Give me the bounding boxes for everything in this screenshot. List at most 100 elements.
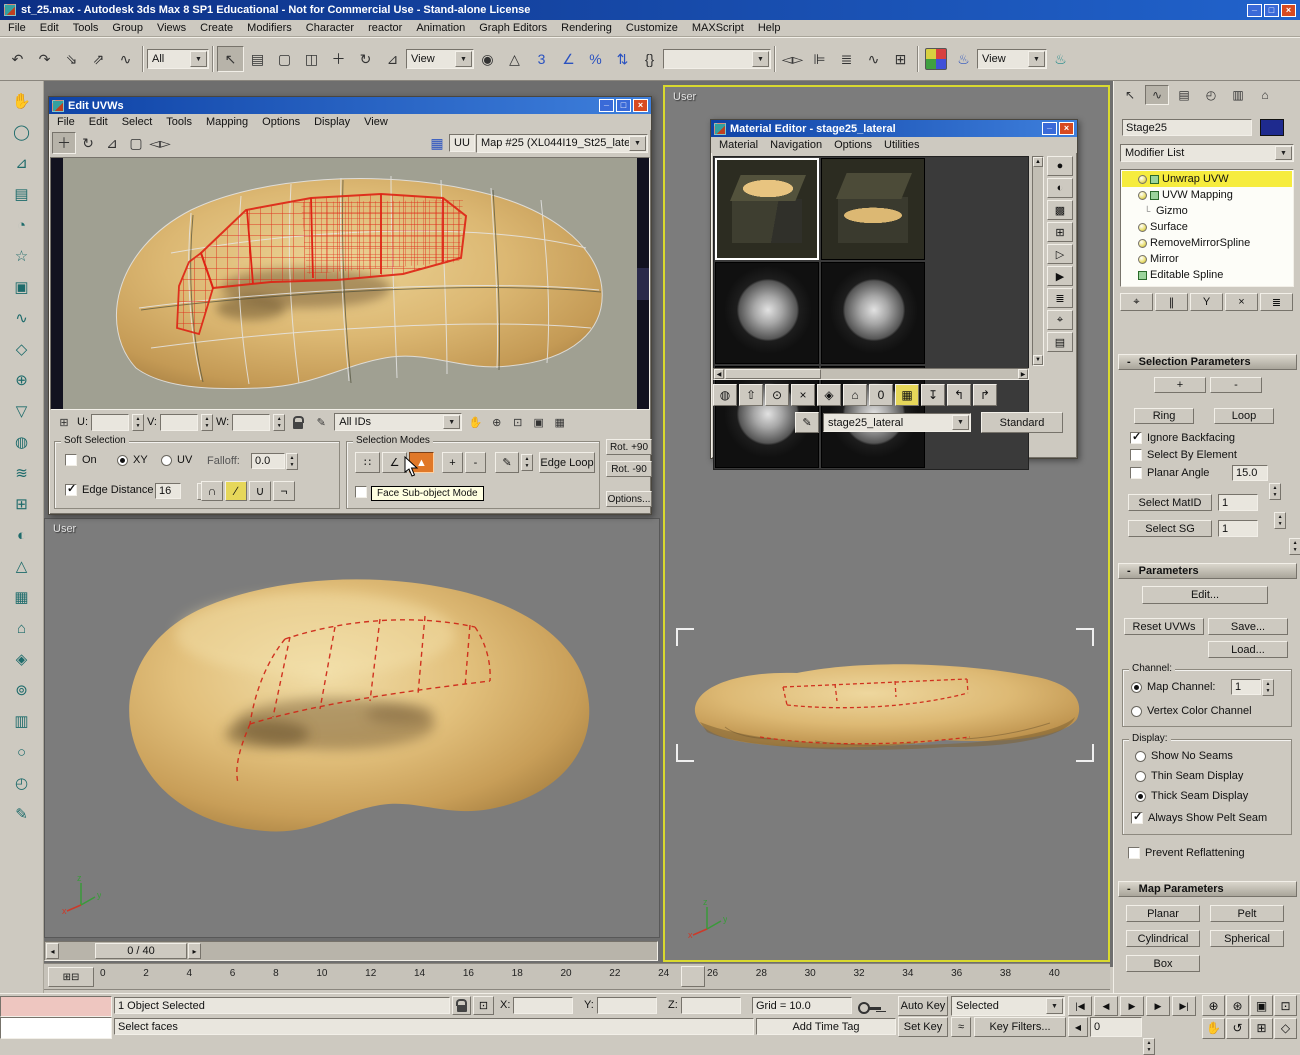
y-coordinate-field[interactable] [597, 997, 657, 1014]
left-tool-22-icon[interactable]: ○ [6, 740, 38, 764]
menu-item[interactable]: Customize [626, 22, 678, 34]
left-tool-12-icon[interactable]: ◍ [6, 430, 38, 454]
go-to-parent-icon[interactable]: ↰ [947, 384, 971, 406]
select-and-move-icon[interactable]: ＋ [325, 46, 352, 72]
v-spinner[interactable] [201, 414, 213, 431]
slots-vertical-scrollbar[interactable]: ▲ ▼ [1032, 156, 1044, 366]
uv-radio[interactable] [161, 455, 172, 466]
assign-material-to-selection-icon[interactable]: ⊙ [765, 384, 789, 406]
move-icon[interactable]: ＋ [52, 132, 76, 154]
sample-type-icon[interactable]: ● [1047, 156, 1073, 176]
edge-distance-field[interactable]: 16 [155, 483, 181, 499]
menu-item[interactable]: Tools [166, 116, 192, 128]
edit-named-selection-sets-icon[interactable]: {} [636, 46, 663, 72]
create-tab[interactable]: ↖ [1118, 85, 1142, 105]
visibility-bulb-icon[interactable] [1138, 239, 1147, 248]
window-crossing-toggle-icon[interactable]: ◫ [298, 46, 325, 72]
options-button[interactable]: Options... [606, 491, 652, 507]
quick-render-icon[interactable]: ♨ [1047, 46, 1074, 72]
planar-map-button[interactable]: Planar [1126, 905, 1200, 922]
w-field[interactable] [232, 414, 270, 431]
reference-coordinate-system-dropdown[interactable]: View [406, 49, 474, 69]
set-key-button[interactable]: Set Key [898, 1017, 948, 1037]
go-to-start-icon[interactable]: |◀ [1068, 996, 1092, 1016]
left-tool-20-icon[interactable]: ⊚ [6, 678, 38, 702]
map-channel-field[interactable]: 1 [1231, 679, 1261, 695]
menu-item[interactable]: Display [314, 116, 350, 128]
falloff-spinner[interactable] [286, 453, 298, 470]
left-tool-5-icon[interactable]: ◔ [6, 213, 38, 237]
menu-item[interactable]: Character [306, 22, 354, 34]
maxscript-mini-listener-white[interactable] [0, 1017, 112, 1039]
zoom-extents-all-icon[interactable]: ⊡ [1274, 995, 1297, 1016]
box-map-button[interactable]: Box [1126, 955, 1200, 972]
object-color-swatch[interactable] [1260, 119, 1284, 136]
app-maximize-button[interactable] [1264, 4, 1279, 17]
left-tool-19-icon[interactable]: ◈ [6, 647, 38, 671]
grid-snap-icon[interactable]: ▦ [549, 413, 570, 431]
modifier-stack-item[interactable]: RemoveMirrorSpline [1122, 235, 1292, 251]
set-key-mode-icon[interactable] [858, 1002, 881, 1014]
rectangular-selection-region-icon[interactable]: ▢ [271, 46, 298, 72]
lock-selection-icon[interactable] [288, 413, 308, 431]
pick-material-from-object-icon[interactable]: ✎ [795, 412, 819, 433]
rotate-minus-90-button[interactable]: Rot. -90 [606, 461, 652, 477]
left-tool-14-icon[interactable]: ⊞ [6, 492, 38, 516]
visibility-bulb-icon[interactable] [1138, 255, 1147, 264]
expand-selection-button[interactable]: + [1154, 377, 1206, 393]
named-selection-sets-dropdown[interactable] [663, 49, 771, 69]
select-and-manipulate-icon[interactable]: △ [501, 46, 528, 72]
make-preview-icon[interactable]: ▶ [1047, 266, 1073, 286]
loop-button[interactable]: Loop [1214, 408, 1274, 424]
prevent-reflattening-checkbox[interactable] [1128, 847, 1140, 859]
viewport-user-left[interactable]: User z y x [44, 518, 660, 938]
freeform-mode-icon[interactable]: ▢ [124, 132, 148, 154]
left-tool-7-icon[interactable]: ▣ [6, 275, 38, 299]
menu-item[interactable]: Navigation [770, 139, 822, 151]
contract-selection-button[interactable]: - [1210, 377, 1262, 393]
menu-item[interactable]: MAXScript [692, 22, 744, 34]
material-map-navigator-icon[interactable]: ▤ [1047, 332, 1073, 352]
planar-angle-field[interactable]: 15.0 [1232, 465, 1268, 481]
visibility-bulb-icon[interactable] [1138, 223, 1147, 232]
field-of-view-icon[interactable]: ◇ [1274, 1018, 1297, 1039]
pin-stack-icon[interactable]: ⌖ [1120, 293, 1153, 311]
menu-item[interactable]: Group [112, 22, 143, 34]
pelt-map-button[interactable]: Pelt [1210, 905, 1284, 922]
edit-uvws-titlebar[interactable]: Edit UVWs [49, 97, 651, 114]
planar-angle-spinner[interactable] [1269, 483, 1281, 500]
redo-icon[interactable]: ↷ [31, 46, 58, 72]
reset-uvws-button[interactable]: Reset UVWs [1124, 618, 1204, 635]
planar-angle-checkbox[interactable] [1130, 467, 1142, 479]
material-type-button[interactable]: Standard [981, 412, 1063, 433]
menu-item[interactable]: Options [262, 116, 300, 128]
render-type-dropdown[interactable]: View [977, 49, 1047, 69]
previous-frame-arrow[interactable]: ◂ [46, 943, 59, 959]
edit-uvws-close-button[interactable] [633, 99, 648, 112]
material-editor-close-button[interactable] [1059, 122, 1074, 135]
falloff-field[interactable]: 0.0 [251, 453, 285, 469]
left-tool-17-icon[interactable]: ▦ [6, 585, 38, 609]
menu-item[interactable]: Views [157, 22, 186, 34]
sample-uv-tiling-icon[interactable]: ⊞ [1047, 222, 1073, 242]
load-uvws-button[interactable]: Load... [1208, 641, 1288, 658]
rotate-icon[interactable]: ↻ [76, 132, 100, 154]
edit-uvws-open-button[interactable]: Edit... [1142, 586, 1268, 604]
mirror-icon[interactable]: ◅▻ [779, 46, 806, 72]
remove-modifier-icon[interactable]: × [1225, 293, 1258, 311]
hierarchy-tab[interactable]: ▤ [1172, 85, 1196, 105]
menu-item[interactable]: Select [122, 116, 153, 128]
select-and-link-icon[interactable]: ⇘ [58, 46, 85, 72]
arc-rotate-icon[interactable]: ↺ [1226, 1018, 1249, 1039]
current-frame-spinner[interactable] [1143, 1038, 1155, 1055]
material-editor-titlebar[interactable]: Material Editor - stage25_lateral [711, 120, 1077, 137]
modifier-stack-item[interactable]: Editable Spline [1122, 267, 1292, 283]
z-coordinate-field[interactable] [681, 997, 741, 1014]
material-editor-minimize-button[interactable] [1042, 122, 1057, 135]
always-show-pelt-seam-checkbox[interactable] [1131, 812, 1143, 824]
visibility-bulb-icon[interactable] [1138, 191, 1147, 200]
percent-snap-icon[interactable]: % [582, 46, 609, 72]
left-tool-9-icon[interactable]: ◇ [6, 337, 38, 361]
menu-item[interactable]: Create [200, 22, 233, 34]
ignore-backfacing-checkbox[interactable] [1130, 432, 1142, 444]
